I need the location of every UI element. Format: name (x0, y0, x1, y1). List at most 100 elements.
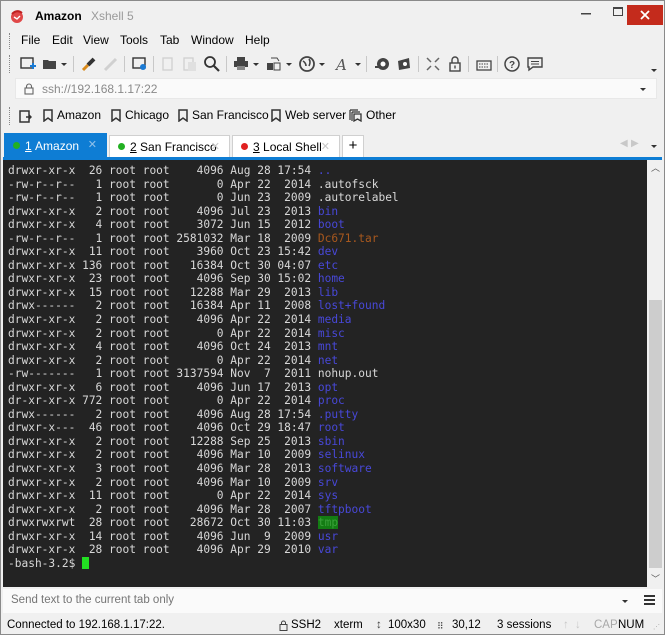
menu-edit[interactable]: Edit (52, 33, 73, 47)
menu-tools[interactable]: Tools (120, 33, 148, 47)
lock-icon[interactable] (446, 55, 464, 73)
compose-menu-icon[interactable] (644, 595, 655, 607)
terminal-line: drwxr-x--- 46 root root 4096 Oct 29 18:4… (8, 421, 647, 435)
file-info: drwxr-xr-x 6 root root 4096 Jun 17 2013 (8, 380, 318, 394)
file-info: drwx------ 2 root root 4096 Aug 28 17:54 (8, 407, 318, 421)
file-name: tmp (317, 516, 339, 530)
file-name: Dc671.tar (317, 231, 379, 245)
open-folder-icon[interactable] (41, 55, 59, 73)
connect-icon[interactable] (80, 55, 98, 73)
link-web-server[interactable]: Web server (271, 108, 346, 122)
terminal-line: -rw-r--r-- 1 root root 0 Jun 23 2009 .au… (8, 191, 647, 205)
font-icon[interactable]: A (334, 55, 352, 73)
transfer-icon[interactable] (265, 55, 283, 73)
find-icon[interactable] (203, 55, 221, 73)
minimize-button[interactable] (569, 1, 603, 23)
tab-local-shell[interactable]: 3 Local Shell ✕ (232, 135, 340, 157)
next-session-icon[interactable]: ↓ (575, 619, 581, 631)
chat-icon[interactable] (526, 55, 544, 73)
links-menu-icon[interactable] (19, 110, 32, 123)
session-count: 3 sessions (497, 619, 552, 631)
tab-scroll-right-icon[interactable]: ▶ (631, 138, 639, 149)
file-info: drwxr-xr-x 14 root root 4096 Jun 9 2009 (8, 529, 318, 543)
link-san-francisco[interactable]: San Francisco (178, 108, 269, 122)
bookmark-icon (111, 108, 121, 122)
open-dropdown[interactable] (61, 63, 67, 66)
link-other[interactable]: Other (349, 108, 396, 122)
resize-grip[interactable]: ⋰ (653, 623, 660, 631)
tab-list-dropdown[interactable] (651, 145, 657, 148)
tab-san-francisco[interactable]: 2 San Francisco ✕ (109, 135, 230, 157)
links-bar: Amazon Chicago San Francisco Web server … (1, 105, 664, 127)
toolbar-overflow-dropdown[interactable] (651, 69, 657, 72)
tab-scroll-left-icon[interactable]: ◀ (620, 138, 628, 149)
link-chicago[interactable]: Chicago (111, 108, 169, 122)
separator (226, 56, 227, 72)
app-name: Xshell 5 (91, 9, 134, 23)
file-info: drwxr-xr-x 11 root root 0 Apr 22 2014 (8, 489, 318, 503)
terminal-scrollbar[interactable]: ︿ ﹀ (648, 160, 663, 587)
send-target-dropdown[interactable] (622, 600, 628, 603)
help-icon[interactable]: ? (503, 55, 521, 73)
print-dropdown[interactable] (253, 63, 259, 66)
file-name: mnt (317, 340, 339, 354)
bookmark-folder-icon (349, 108, 362, 122)
separator (418, 56, 419, 72)
file-name: net (317, 353, 339, 367)
terminal-line: drwxr-xr-x 2 root root 4096 Jul 23 2013 … (8, 205, 647, 219)
globe-icon[interactable] (298, 55, 316, 73)
file-name: software (317, 462, 372, 476)
status-dot (118, 143, 125, 150)
xmanager-icon[interactable] (395, 55, 413, 73)
menu-help[interactable]: Help (245, 33, 270, 47)
menu-view[interactable]: View (83, 33, 109, 47)
file-info: drwxr-xr-x 2 root root 0 Apr 22 2014 (8, 326, 318, 340)
tab-close-icon[interactable]: ✕ (88, 138, 97, 151)
scroll-up-icon[interactable]: ︿ (648, 160, 663, 176)
font-dropdown[interactable] (355, 63, 361, 66)
terminal-size: 100x30 (388, 619, 426, 631)
link-label: Amazon (57, 108, 102, 122)
close-button[interactable] (627, 5, 663, 25)
file-info: drwxr-xr-x 2 root root 4096 Mar 10 2009 (8, 475, 318, 489)
tab-amazon[interactable]: 1 Amazon ✕ (4, 133, 107, 157)
terminal-line: -rw-r--r-- 1 root root 0 Apr 22 2014 .au… (8, 178, 647, 192)
keyboard-icon[interactable] (475, 55, 493, 73)
transfer-dropdown[interactable] (286, 63, 292, 66)
file-info: drwxr-xr-x 2 root root 4096 Mar 28 2007 (8, 502, 318, 516)
globe-dropdown[interactable] (319, 63, 325, 66)
menu-tab[interactable]: Tab (160, 33, 179, 47)
tab-close-icon[interactable]: ✕ (211, 140, 220, 153)
terminal-output[interactable]: drwxr-xr-x 26 root root 4096 Aug 28 17:5… (3, 160, 647, 587)
prev-session-icon[interactable]: ↑ (563, 619, 569, 631)
xftp-icon[interactable] (373, 55, 391, 73)
svg-text:?: ? (509, 60, 515, 71)
session-properties-icon[interactable] (131, 55, 149, 73)
terminal-line: drwxr-xr-x 2 root root 12288 Sep 25 2013… (8, 435, 647, 449)
toolbar-grip (9, 55, 11, 73)
address-input[interactable]: ssh://192.168.1.17:22 (42, 82, 157, 96)
menu-window[interactable]: Window (191, 33, 234, 47)
new-tab-button[interactable]: + (342, 135, 364, 157)
file-name: selinux (317, 448, 365, 462)
link-amazon[interactable]: Amazon (43, 108, 101, 122)
fullscreen-icon[interactable] (424, 55, 442, 73)
paste-icon (183, 57, 196, 71)
terminal-size-icon: ↕ (376, 619, 382, 631)
file-info: drwxr-xr-x 4 root root 4096 Oct 24 2013 (8, 340, 318, 354)
scrollbar-thumb[interactable] (649, 300, 662, 568)
new-session-icon[interactable] (19, 55, 37, 73)
file-info: drwxr-xr-x 28 root root 4096 Apr 29 2010 (8, 543, 318, 557)
print-icon[interactable] (232, 55, 250, 73)
send-text-input[interactable] (11, 594, 571, 606)
address-bar[interactable]: ssh://192.168.1.17:22 (15, 78, 657, 99)
lock-icon (24, 83, 34, 95)
address-dropdown[interactable] (640, 88, 646, 91)
tab-number: 3 (253, 139, 260, 154)
scroll-down-icon[interactable]: ﹀ (648, 571, 663, 587)
terminal-line: drwxr-xr-x 14 root root 4096 Jun 9 2009 … (8, 530, 647, 544)
menu-file[interactable]: File (21, 33, 40, 47)
tab-close-icon[interactable]: ✕ (321, 140, 330, 153)
file-info: drwxr-xr-x 11 root root 3960 Oct 23 15:4… (8, 245, 318, 259)
tab-number: 1 (25, 138, 32, 153)
